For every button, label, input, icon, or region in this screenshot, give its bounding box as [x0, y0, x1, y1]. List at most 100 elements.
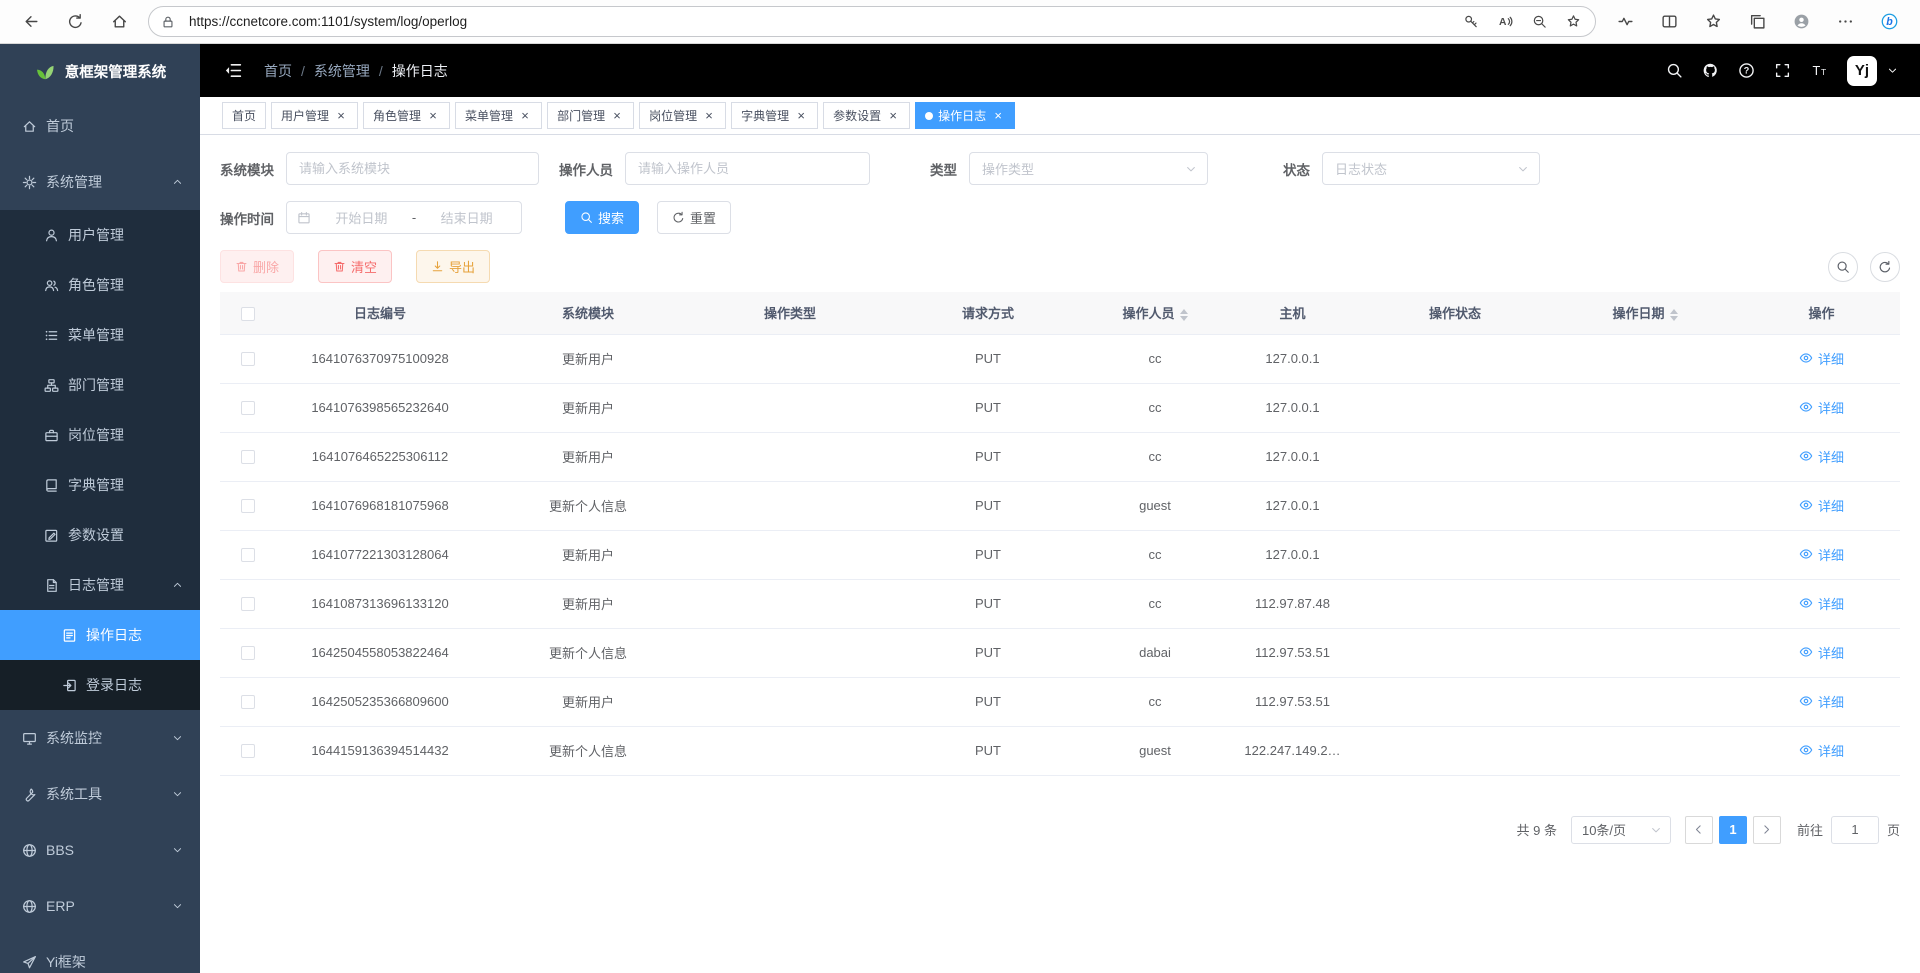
row-checkbox[interactable]	[241, 646, 255, 660]
detail-link[interactable]: 详细	[1799, 447, 1844, 466]
search-button[interactable]: 搜索	[565, 201, 639, 234]
tab-close-icon[interactable]: ×	[334, 109, 348, 123]
col-operator[interactable]: 操作人员	[1088, 292, 1222, 334]
tab-close-icon[interactable]: ×	[702, 109, 716, 123]
tab-close-icon[interactable]: ×	[794, 109, 808, 123]
detail-link[interactable]: 详细	[1799, 692, 1844, 711]
clear-button[interactable]: 清空	[318, 250, 392, 283]
sidebar-item-system[interactable]: 系统管理	[0, 154, 200, 210]
address-bar[interactable]: https://ccnetcore.com:1101/system/log/op…	[148, 6, 1596, 37]
sort-carets[interactable]	[1180, 309, 1188, 321]
detail-link[interactable]: 详细	[1799, 496, 1844, 515]
sort-carets[interactable]	[1670, 309, 1678, 321]
next-page-button[interactable]	[1753, 816, 1781, 844]
tab-home[interactable]: 首页	[222, 102, 266, 129]
detail-link[interactable]: 详细	[1799, 643, 1844, 662]
sidebar-item-user[interactable]: 用户管理	[0, 210, 200, 260]
search-icon[interactable]	[1659, 56, 1689, 86]
detail-link[interactable]: 详细	[1799, 398, 1844, 417]
sidebar-item-monitor[interactable]: 系统监控	[0, 710, 200, 766]
tab-role[interactable]: 角色管理×	[363, 102, 450, 129]
tab-param[interactable]: 参数设置×	[823, 102, 910, 129]
detail-link[interactable]: 详细	[1799, 594, 1844, 613]
sidebar-item-loginlog[interactable]: 登录日志	[0, 660, 200, 710]
url-text[interactable]: https://ccnetcore.com:1101/system/log/op…	[189, 14, 1455, 29]
bing-icon[interactable]: b	[1870, 5, 1908, 39]
back-icon[interactable]	[12, 5, 50, 39]
zoom-out-icon[interactable]	[1523, 9, 1555, 35]
page-size-select[interactable]: 10条/页	[1571, 816, 1671, 844]
row-checkbox[interactable]	[241, 450, 255, 464]
sidebar-item-home[interactable]: 首页	[0, 98, 200, 154]
row-checkbox[interactable]	[241, 401, 255, 415]
row-checkbox[interactable]	[241, 695, 255, 709]
more-icon[interactable]	[1826, 5, 1864, 39]
sidebar-item-operlog[interactable]: 操作日志	[0, 610, 200, 660]
status-select[interactable]: 日志状态	[1322, 152, 1540, 185]
refresh-icon[interactable]	[1870, 252, 1900, 282]
export-button[interactable]: 导出	[416, 250, 490, 283]
select-all-checkbox[interactable]	[241, 307, 255, 321]
help-icon[interactable]: ?	[1731, 56, 1761, 86]
row-checkbox[interactable]	[241, 744, 255, 758]
daterange-input[interactable]: 开始日期 - 结束日期	[286, 201, 522, 234]
profile-icon[interactable]	[1782, 5, 1820, 39]
avatar[interactable]: Yj	[1847, 56, 1877, 86]
chevron-down-icon[interactable]	[1887, 65, 1898, 76]
detail-link[interactable]: 详细	[1799, 741, 1844, 760]
home-icon[interactable]	[100, 5, 138, 39]
tab-menu[interactable]: 菜单管理×	[455, 102, 542, 129]
detail-link[interactable]: 详细	[1799, 545, 1844, 564]
tab-close-icon[interactable]: ×	[610, 109, 624, 123]
tab-close-icon[interactable]: ×	[426, 109, 440, 123]
sidebar-item-bbs[interactable]: BBS	[0, 822, 200, 878]
text-size-icon[interactable]: TT	[1803, 56, 1833, 86]
github-icon[interactable]	[1695, 56, 1725, 86]
sidebar-item-tools[interactable]: 系统工具	[0, 766, 200, 822]
tab-dict[interactable]: 字典管理×	[731, 102, 818, 129]
breadcrumb-item[interactable]: 系统管理	[314, 61, 370, 81]
prev-page-button[interactable]	[1685, 816, 1713, 844]
sidebar-item-erp[interactable]: ERP	[0, 878, 200, 934]
sidebar-toggle-icon[interactable]	[216, 54, 250, 88]
type-select[interactable]: 操作类型	[969, 152, 1208, 185]
tab-dept[interactable]: 部门管理×	[547, 102, 634, 129]
goto-page-input[interactable]	[1831, 816, 1879, 844]
detail-link[interactable]: 详细	[1799, 349, 1844, 368]
reset-button[interactable]: 重置	[657, 201, 731, 234]
sidebar-item-post[interactable]: 岗位管理	[0, 410, 200, 460]
essentials-icon[interactable]	[1606, 5, 1644, 39]
sidebar-item-dept[interactable]: 部门管理	[0, 360, 200, 410]
refresh-icon[interactable]	[56, 5, 94, 39]
row-checkbox[interactable]	[241, 352, 255, 366]
sidebar-item-yiframe[interactable]: Yi框架	[0, 934, 200, 973]
tab-close-icon[interactable]: ×	[991, 109, 1005, 123]
current-page-button[interactable]: 1	[1719, 816, 1747, 844]
delete-button[interactable]: 删除	[220, 250, 294, 283]
row-checkbox[interactable]	[241, 548, 255, 562]
tab-close-icon[interactable]: ×	[518, 109, 532, 123]
tab-user[interactable]: 用户管理×	[271, 102, 358, 129]
tab-operlog[interactable]: 操作日志×	[915, 102, 1015, 129]
favorite-add-icon[interactable]	[1557, 9, 1589, 35]
collections-icon[interactable]	[1738, 5, 1776, 39]
sidebar-item-log[interactable]: 日志管理	[0, 560, 200, 610]
sidebar-item-role[interactable]: 角色管理	[0, 260, 200, 310]
key-icon[interactable]	[1455, 9, 1487, 35]
tab-close-icon[interactable]: ×	[886, 109, 900, 123]
search-icon[interactable]	[1828, 252, 1858, 282]
favorites-icon[interactable]	[1694, 5, 1732, 39]
operator-input[interactable]	[625, 152, 870, 185]
sidebar-item-param[interactable]: 参数设置	[0, 510, 200, 560]
sidebar-item-menu[interactable]: 菜单管理	[0, 310, 200, 360]
col-date[interactable]: 操作日期	[1547, 292, 1743, 334]
module-input[interactable]	[286, 152, 539, 185]
sidebar-item-dict[interactable]: 字典管理	[0, 460, 200, 510]
breadcrumb-item[interactable]: 首页	[264, 61, 292, 81]
app-logo[interactable]: 意框架管理系统	[0, 44, 200, 98]
row-checkbox[interactable]	[241, 597, 255, 611]
split-screen-icon[interactable]	[1650, 5, 1688, 39]
fullscreen-icon[interactable]	[1767, 56, 1797, 86]
tab-post[interactable]: 岗位管理×	[639, 102, 726, 129]
read-aloud-icon[interactable]: A	[1489, 9, 1521, 35]
